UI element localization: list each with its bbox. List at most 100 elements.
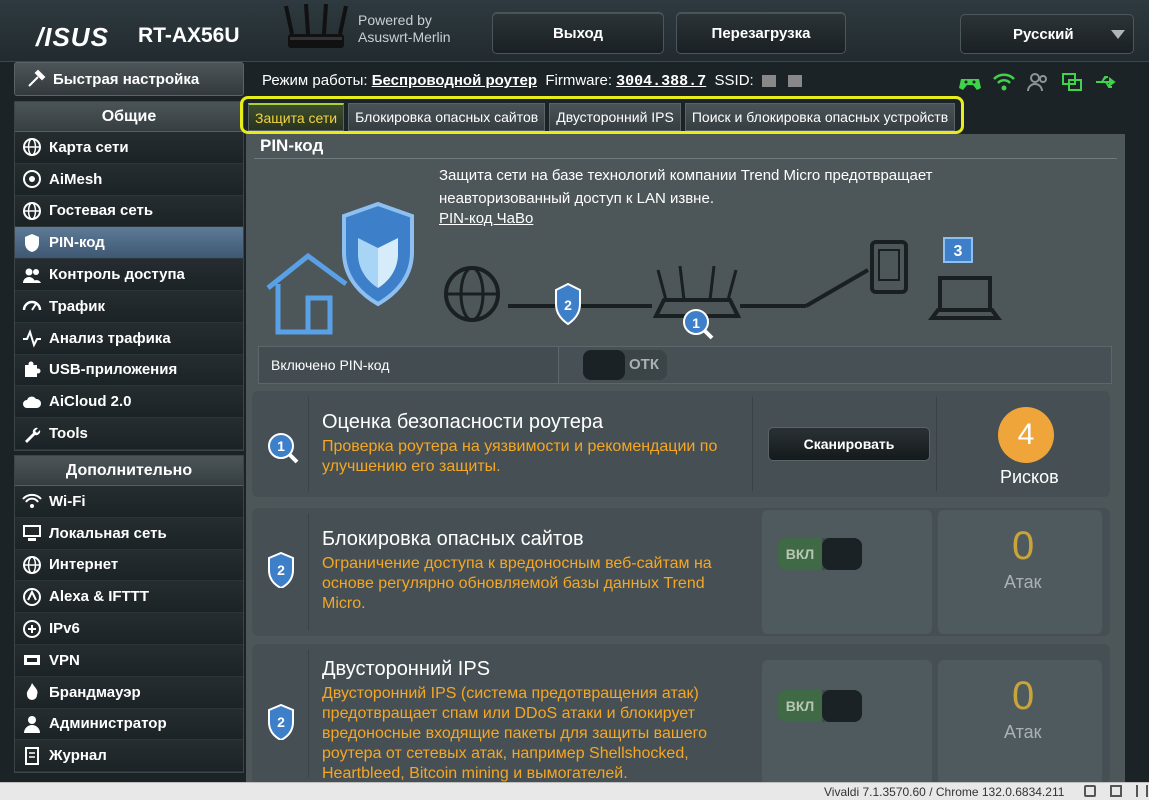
magnifier-badge-icon: 1 — [268, 433, 299, 464]
tab-3[interactable]: Поиск и блокировка опасных устройств — [684, 103, 956, 131]
card-title: Блокировка опасных сайтов — [322, 528, 584, 550]
game-controller-icon[interactable] — [958, 70, 982, 94]
sidebar-item-general-2[interactable]: Гостевая сеть — [15, 195, 243, 228]
sidebar-item-general-4[interactable]: Контроль доступа — [15, 259, 243, 291]
svg-text:1: 1 — [277, 438, 285, 454]
sidebar-item-general-1[interactable]: AiMesh — [15, 163, 243, 196]
risk-label: Рисков — [1000, 467, 1059, 487]
two-way-ips-card: 2 Двусторонний IPS Двусторонний IPS (сис… — [252, 644, 1110, 788]
quick-setup-icon — [25, 68, 47, 90]
card-divider — [308, 650, 309, 778]
usb-icon[interactable] — [1094, 70, 1118, 94]
toggle-knob — [822, 690, 862, 722]
description-text: Защита сети на базе технологий компании … — [439, 167, 933, 207]
globe-icon — [21, 136, 43, 158]
card-divider — [308, 397, 309, 491]
pin-enable-toggle[interactable]: ОТК — [583, 350, 667, 380]
camera-icon[interactable] — [1084, 785, 1096, 797]
sidebar-general: Общие Карта сети AiMesh Гостевая сеть PIN-к… — [14, 101, 244, 451]
page-title: PIN-код — [260, 136, 324, 155]
ipv6-icon — [21, 618, 43, 640]
logout-button[interactable]: Выход — [492, 12, 664, 54]
toggle-cell — [762, 510, 932, 634]
wifi-status-icon[interactable] — [992, 70, 1016, 94]
sidebar-item-label: PIN-код — [49, 234, 105, 252]
code-icon[interactable] — [1136, 785, 1148, 797]
svg-text:1: 1 — [692, 315, 700, 331]
badge-3-icon: 3 — [943, 237, 973, 263]
wifi-icon — [21, 490, 43, 512]
sidebar-item-general-3[interactable]: PIN-код — [15, 227, 243, 260]
card-title: Двусторонний IPS — [322, 658, 491, 680]
sidebar-item-label: AiMesh — [49, 170, 103, 188]
attack-count[interactable]: 0 — [1012, 674, 1034, 719]
two-way-ips-toggle[interactable]: ВКЛ — [778, 690, 862, 722]
sidebar-item-label: IPv6 — [49, 620, 80, 638]
sidebar-item-general-6[interactable]: Анализ трафика — [15, 322, 243, 355]
tab-0[interactable]: Защита сети — [248, 103, 345, 131]
window-icon[interactable] — [1110, 785, 1122, 797]
sidebar-item-label: Контроль доступа — [49, 266, 185, 284]
sidebar-item-label: Администратор — [49, 715, 167, 733]
sidebar-item-label: Alexa & IFTTT — [49, 588, 150, 606]
attack-count[interactable]: 0 — [1012, 524, 1034, 569]
admin-icon — [21, 713, 43, 735]
card-description: Двусторонний IPS (система предотвращения… — [322, 685, 708, 782]
scan-button[interactable]: Сканировать — [768, 427, 930, 461]
sidebar-item-advanced-3[interactable]: Alexa & IFTTT — [15, 581, 243, 614]
router-security-card: 1 Оценка безопасности роутера Проверка р… — [252, 391, 1110, 497]
lan-icon — [21, 522, 43, 544]
clients-icon[interactable] — [1026, 70, 1050, 94]
router-model: RT-AX56U — [138, 24, 240, 47]
wrench-icon — [21, 423, 43, 445]
language-select[interactable]: Русский — [960, 14, 1134, 54]
card-description: Ограничение доступа к вредоносным веб-са… — [322, 555, 712, 612]
router-icon — [652, 265, 742, 318]
pin-enable-label: Включено PIN-код — [259, 347, 559, 383]
alexa-icon — [21, 586, 43, 608]
sidebar-general-header: Общие — [15, 102, 243, 132]
sidebar-item-advanced-5[interactable]: VPN — [15, 644, 243, 677]
sidebar-item-general-9[interactable]: Tools — [15, 418, 243, 450]
devices-icon[interactable] — [1060, 70, 1084, 94]
sidebar-item-label: Трафик — [49, 297, 105, 315]
sidebar-item-advanced-1[interactable]: Локальная сеть — [15, 517, 243, 550]
sidebar-item-advanced-4[interactable]: IPv6 — [15, 613, 243, 645]
tab-2[interactable]: Двусторонний IPS — [549, 103, 681, 131]
quick-setup-button[interactable]: Быстрая настройка — [14, 62, 244, 96]
toggle-cell — [762, 660, 932, 788]
pin-enable-row: Включено PIN-код ОТК — [258, 346, 1112, 384]
reboot-button[interactable]: Перезагрузка — [676, 12, 846, 54]
sidebar-item-advanced-0[interactable]: Wi-Fi — [15, 486, 243, 518]
tab-1[interactable]: Блокировка опасных сайтов — [348, 103, 546, 131]
sidebar-item-general-8[interactable]: AiCloud 2.0 — [15, 386, 243, 419]
gauge-icon — [21, 295, 43, 317]
top-header: /ISUS RT-AX56U Powered by Asuswrt-Merlin… — [0, 0, 1149, 62]
svg-text:2: 2 — [277, 714, 285, 730]
sidebar-item-advanced-8[interactable]: Журнал — [15, 740, 243, 773]
ssid-value-2 — [788, 75, 803, 88]
sidebar-item-general-7[interactable]: USB-приложения — [15, 354, 243, 387]
powered-by-line2: Asuswrt-Merlin — [358, 29, 451, 45]
sidebar-item-label: Карта сети — [49, 138, 129, 156]
title-divider — [254, 158, 1117, 159]
malicious-sites-card: 2 Блокировка опасных сайтов Ограничение … — [252, 508, 1110, 636]
sidebar-item-general-5[interactable]: Трафик — [15, 290, 243, 323]
sidebar-item-advanced-6[interactable]: Брандмауэр — [15, 676, 243, 709]
sidebar-item-label: USB-приложения — [49, 361, 178, 379]
sidebar-item-label: VPN — [49, 651, 80, 669]
mode-value-link[interactable]: Беспроводной роутер — [372, 72, 537, 89]
status-line: Режим работы: Беспроводной роутер Firmwa… — [262, 72, 803, 90]
faq-link[interactable]: PIN-код ЧаВо — [439, 210, 533, 227]
card-divider — [936, 397, 937, 491]
sidebar-item-advanced-2[interactable]: Интернет — [15, 549, 243, 582]
ssid-value — [761, 75, 776, 88]
shield-badge-icon: 2 — [268, 704, 294, 740]
powered-by-line1: Powered by — [358, 12, 432, 28]
malicious-sites-toggle[interactable]: ВКЛ — [778, 538, 862, 570]
sidebar-item-label: Wi-Fi — [49, 492, 86, 510]
sidebar-item-general-0[interactable]: Карта сети — [15, 132, 243, 164]
risk-count-badge[interactable]: 4 — [998, 407, 1054, 463]
sidebar-item-advanced-7[interactable]: Администратор — [15, 708, 243, 741]
firmware-value-link[interactable]: 3004.388.7 — [616, 73, 706, 90]
